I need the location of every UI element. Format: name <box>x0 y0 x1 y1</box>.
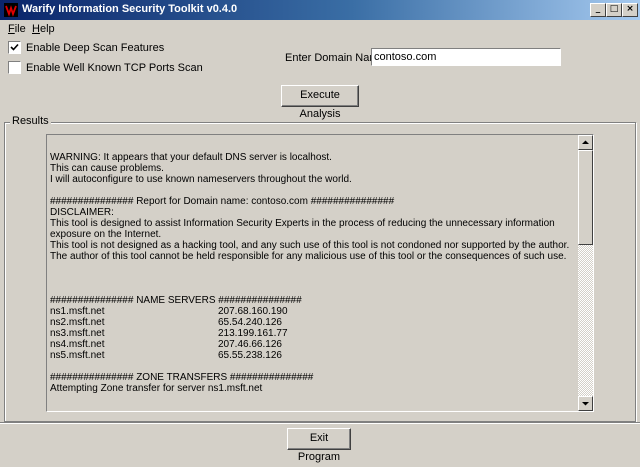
zone-line: Attempting Zone transfer for server ns1.… <box>50 383 263 394</box>
maximize-button[interactable]: □ <box>606 3 622 17</box>
deep-scan-option[interactable]: Enable Deep Scan Features <box>8 41 164 54</box>
menu-help[interactable]: Help <box>32 23 55 35</box>
ns-ip: 207.68.160.190 <box>218 306 288 317</box>
disclaimer-text: This tool is designed to assist Informat… <box>50 218 555 240</box>
tcp-ports-option[interactable]: Enable Well Known TCP Ports Scan <box>8 61 203 74</box>
deep-scan-checkbox[interactable] <box>8 41 21 54</box>
results-scrollbar[interactable] <box>578 135 593 411</box>
ns-host: ns4.msft.net <box>50 339 105 350</box>
disclaimer-text: The author of this tool cannot be held r… <box>50 251 567 262</box>
warning-line: This can cause problems. <box>50 163 164 174</box>
checkmark-icon <box>10 43 19 51</box>
name-server-row: ns5.msft.net 65.55.238.126 <box>50 350 578 361</box>
zone-header: ############### ZONE TRANSFERS #########… <box>50 372 314 383</box>
report-header: ############### Report for Domain name: … <box>50 196 395 207</box>
ns-ip: 213.199.161.77 <box>218 328 288 339</box>
ns-host: ns1.msft.net <box>50 306 105 317</box>
ns-host: ns2.msft.net <box>50 317 105 328</box>
name-server-row: ns2.msft.net 65.54.240.126 <box>50 317 578 328</box>
ns-header: ############### NAME SERVERS ###########… <box>50 295 302 306</box>
name-server-row: ns1.msft.net 207.68.160.190 <box>50 306 578 317</box>
menu-file-mnemonic: F <box>8 23 15 35</box>
results-textarea[interactable]: WARNING: It appears that your default DN… <box>46 134 594 412</box>
tcp-ports-label: Enable Well Known TCP Ports Scan <box>26 61 203 74</box>
domain-label: Enter Domain Name <box>285 52 385 64</box>
menu-help-label: elp <box>39 23 55 35</box>
deep-scan-label: Enable Deep Scan Features <box>26 41 165 54</box>
exit-program-button[interactable]: Exit Program <box>287 428 351 463</box>
results-group-label: Results <box>10 115 51 127</box>
scroll-up-button[interactable] <box>578 135 593 150</box>
execute-analysis-button[interactable]: Execute Analysis <box>281 85 359 120</box>
warning-line: I will autoconfigure to use known namese… <box>50 174 352 185</box>
ns-host: ns3.msft.net <box>50 328 105 339</box>
ns-host: ns5.msft.net <box>50 350 105 361</box>
ns-ip: 65.54.240.126 <box>218 317 282 328</box>
domain-input[interactable] <box>371 48 561 66</box>
name-server-row: ns4.msft.net 207.46.66.126 <box>50 339 578 350</box>
tcp-ports-checkbox[interactable] <box>8 61 21 74</box>
arrow-down-icon <box>582 402 589 406</box>
title-bar[interactable]: Warify Information Security Toolkit v0.4… <box>0 0 640 20</box>
arrow-up-icon <box>582 140 589 144</box>
ns-ip: 207.46.66.126 <box>218 339 282 350</box>
menu-bar: File Help <box>0 20 640 38</box>
warning-line: WARNING: It appears that your default DN… <box>50 152 332 163</box>
menu-help-mnemonic: H <box>32 23 40 35</box>
name-server-row: ns3.msft.net 213.199.161.77 <box>50 328 578 339</box>
disclaimer-text: This tool is not designed as a hacking t… <box>50 240 570 251</box>
menu-file[interactable]: File <box>8 23 26 35</box>
bottom-separator <box>0 422 640 424</box>
disclaimer-title: DISCLAIMER: <box>50 207 114 218</box>
scroll-down-button[interactable] <box>578 396 593 411</box>
scroll-thumb[interactable] <box>578 150 593 245</box>
results-content: WARNING: It appears that your default DN… <box>50 152 578 394</box>
close-button[interactable]: × <box>622 3 638 17</box>
menu-file-label: ile <box>14 23 26 35</box>
app-window: Warify Information Security Toolkit v0.4… <box>0 0 640 463</box>
app-icon <box>4 3 18 17</box>
window-title: Warify Information Security Toolkit v0.4… <box>22 3 238 15</box>
ns-ip: 65.55.238.126 <box>218 350 282 361</box>
minimize-button[interactable]: _ <box>590 3 606 17</box>
